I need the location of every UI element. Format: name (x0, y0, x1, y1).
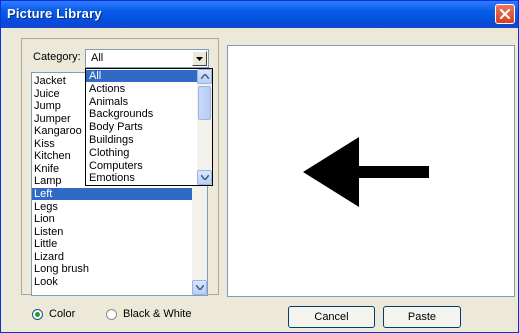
word-list-item[interactable]: Legs (32, 201, 196, 213)
paste-button[interactable]: Paste (383, 306, 461, 328)
category-dropdown-list[interactable]: All Actions Animals Backgrounds Body Parts Bu… (85, 68, 213, 186)
window-title: Picture Library (7, 6, 102, 21)
category-option[interactable]: Body Parts (86, 121, 199, 133)
category-option[interactable]: Computers (86, 160, 199, 172)
category-dropdown-scrollbar[interactable] (197, 69, 212, 185)
chevron-down-icon (196, 56, 203, 61)
left-arrow-icon (303, 137, 429, 207)
category-value: All (91, 52, 104, 64)
close-button[interactable] (495, 4, 515, 24)
category-option[interactable]: Clothing (86, 147, 199, 159)
cancel-button[interactable]: Cancel (288, 306, 375, 328)
word-list-item[interactable]: Long brush (32, 263, 196, 275)
word-list-item[interactable]: Lizard (32, 251, 196, 263)
dropdown-scroll-down-button[interactable] (197, 170, 212, 185)
category-option[interactable]: Actions (86, 83, 199, 95)
black-white-radio-label: Black & White (123, 308, 192, 320)
category-option[interactable]: Animals (86, 96, 199, 108)
category-option[interactable]: Buildings (86, 134, 199, 146)
category-combobox[interactable]: All (85, 49, 209, 68)
black-white-radio[interactable] (106, 308, 117, 320)
chevron-up-icon (200, 74, 209, 79)
category-label: Category: (33, 51, 81, 63)
combobox-dropdown-button[interactable] (192, 51, 207, 66)
word-list-item[interactable]: Look (32, 276, 196, 288)
word-list-item[interactable]: Left (32, 187, 196, 200)
word-list-item[interactable]: Lion (32, 213, 196, 225)
chevron-down-icon (200, 175, 209, 180)
color-radio[interactable] (32, 308, 43, 320)
word-list-item[interactable]: Little (32, 238, 196, 250)
black-white-radio-option[interactable]: Black & White (106, 308, 191, 320)
color-radio-option[interactable]: Color (32, 308, 75, 320)
category-option[interactable]: Backgrounds (86, 108, 199, 120)
close-icon (499, 8, 511, 20)
word-list-item[interactable]: Listen (32, 226, 196, 238)
chevron-down-icon (195, 285, 204, 290)
color-radio-label: Color (49, 308, 76, 320)
dropdown-scroll-thumb[interactable] (198, 86, 211, 120)
category-option[interactable]: All (86, 70, 199, 82)
picture-preview (227, 45, 515, 297)
picture-library-dialog: Picture Library Category: All Jacket Juic… (0, 0, 519, 333)
category-option[interactable]: Emotions (86, 172, 199, 184)
title-bar[interactable]: Picture Library (1, 1, 518, 28)
scroll-down-button[interactable] (192, 280, 207, 295)
dropdown-scroll-up-button[interactable] (197, 69, 212, 84)
